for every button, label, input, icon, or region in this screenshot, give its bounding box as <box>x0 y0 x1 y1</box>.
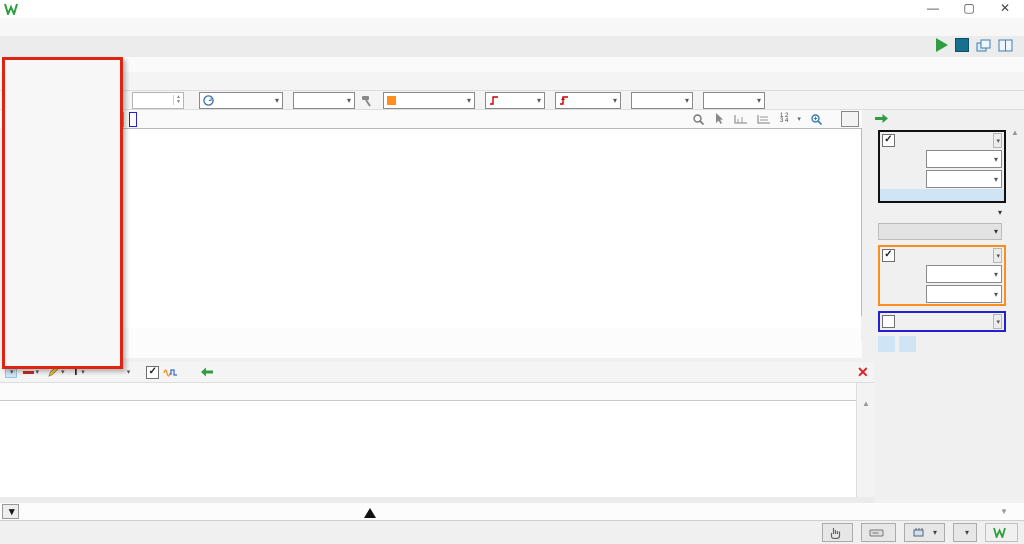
scope-to-digital-icon <box>163 366 178 378</box>
protocol-button[interactable]: ▾ <box>123 367 133 377</box>
source-select[interactable]: ▾ <box>383 92 475 109</box>
zoom-tool-icon[interactable] <box>692 113 705 126</box>
device-icon <box>869 528 884 538</box>
digital-table <box>0 383 856 498</box>
mode-select[interactable]: ▾ <box>199 92 283 109</box>
tile-windows-icon[interactable] <box>998 39 1013 52</box>
channel1-gear-button[interactable]: ▾ <box>993 248 1002 263</box>
scroll-up-icon[interactable]: ▲ <box>862 399 870 408</box>
pointer-tool-icon[interactable] <box>714 113 725 125</box>
scope-trace-canvas <box>122 129 861 315</box>
version-badge <box>985 523 1018 542</box>
digital-waveforms <box>152 401 856 497</box>
status-ok-button[interactable]: ▾ <box>953 523 977 542</box>
channel1-color-swatch <box>387 96 396 105</box>
x-axis-button[interactable]: ▾ <box>2 504 19 519</box>
channel2-checkbox[interactable] <box>882 315 895 328</box>
device-button[interactable] <box>861 523 896 542</box>
time-checkbox[interactable]: ✓ <box>882 134 895 147</box>
channel1-checkbox[interactable]: ✓ <box>882 249 895 262</box>
panel-scrollbar[interactable]: ▲ <box>1008 128 1022 358</box>
time-axis-labels <box>122 342 875 358</box>
quad-view-icon[interactable]: 1 23 4 <box>780 114 788 124</box>
digital-trigger-marker <box>364 508 376 518</box>
condition-select[interactable]: ▾ <box>555 92 621 109</box>
add-channel-button[interactable]: ▾ <box>878 223 1002 240</box>
channel1-box: ✓ ▾ ▾ ▾ <box>878 245 1006 306</box>
x-cursor-tool-icon[interactable] <box>734 113 748 125</box>
plot-tool-icons: 1 23 4 ▾ <box>692 110 882 128</box>
time-ruler <box>122 328 861 342</box>
digital-panel: ▾ ▾ ▾ T▾ ▾ ✓ ✕ ▲ ▾ ▼ <box>0 362 1024 520</box>
repeated-mode-icon <box>203 95 214 106</box>
run-button[interactable] <box>936 38 948 52</box>
offset-select[interactable]: ▾ <box>926 265 1002 283</box>
collapse-left-icon[interactable] <box>200 366 214 378</box>
base-select[interactable]: ▾ <box>926 170 1002 188</box>
time-gear-button[interactable]: ▾ <box>993 133 1002 148</box>
range-select[interactable]: ▾ <box>926 285 1002 303</box>
rising-edge-icon <box>559 95 569 106</box>
scope-to-digital-checkbox[interactable]: ✓ <box>146 366 159 379</box>
minimize-icon[interactable]: — <box>926 0 940 17</box>
filters-button[interactable] <box>878 336 895 352</box>
scope-capture-toolbar: ▲▼ ▾ ▾ ▾ ▾ ▾ ▾ ▾ <box>0 91 1024 110</box>
level-select[interactable]: ▾ <box>631 92 693 109</box>
collapse-corner-icon[interactable]: ▼ <box>1000 507 1008 516</box>
view-dropdown-icon[interactable]: ▾ <box>797 115 801 123</box>
y-axis-button[interactable] <box>841 111 859 127</box>
close-digital-icon[interactable]: ✕ <box>857 364 869 381</box>
menu-bar <box>0 18 1024 37</box>
digital-toolbar: ▾ ▾ ▾ T▾ ▾ ✓ <box>0 362 874 383</box>
manual-trigger-button[interactable] <box>822 523 853 542</box>
time-expand-strip[interactable] <box>880 189 1004 201</box>
wavegens-button[interactable] <box>899 336 916 352</box>
edge-icon <box>489 95 499 106</box>
clock-button[interactable]: ▾ <box>904 523 945 542</box>
position-select[interactable]: ▾ <box>926 150 1002 168</box>
protocol-context-menu <box>2 57 123 369</box>
channel2-chip[interactable] <box>129 112 137 127</box>
type-select[interactable]: ▾ <box>485 92 545 109</box>
scope-menu-row <box>0 57 1024 72</box>
time-box: ✓ ▾ ▾ ▾ <box>878 130 1006 203</box>
run-controls <box>936 38 1020 52</box>
channel2-gear-button[interactable]: ▾ <box>993 314 1002 329</box>
waveforms-logo-small-icon <box>993 527 1006 538</box>
y-cursor-tool-icon[interactable] <box>757 113 771 125</box>
options-row[interactable]: ▾ <box>878 204 1002 220</box>
trigger-select[interactable]: ▾ <box>293 92 355 109</box>
scope-views-toolbar <box>0 72 1024 91</box>
digital-header-row <box>0 383 856 401</box>
digital-time-axis: ▾ ▼ <box>0 503 1024 520</box>
hand-icon <box>830 527 841 539</box>
buffer-spinner[interactable]: ▲▼ <box>132 92 184 109</box>
tab-bar <box>0 36 1024 58</box>
maximize-icon[interactable]: ▢ <box>962 0 976 17</box>
stop-button[interactable] <box>955 38 969 52</box>
expand-panel-icon[interactable] <box>874 112 889 125</box>
hyst-select[interactable]: ▾ <box>703 92 765 109</box>
channel2-box: ▾ <box>878 311 1006 332</box>
waveforms-logo-icon <box>4 3 18 15</box>
scope-plot[interactable] <box>122 128 862 316</box>
chip-icon <box>912 527 925 538</box>
title-bar: — ▢ ✕ <box>0 0 1024 18</box>
status-bar: ▾ ▾ <box>0 520 1024 544</box>
digital-scrollbar[interactable]: ▲ <box>856 383 875 497</box>
scope-right-panel: ✓ ▾ ▾ ▾ ▾ ▾ ✓ ▾ ▾ ▾ ▾ <box>862 110 1024 358</box>
cascade-windows-icon[interactable] <box>976 39 991 52</box>
close-icon[interactable]: ✕ <box>998 0 1012 17</box>
trigger-hammer-icon[interactable] <box>360 94 373 107</box>
zoom-in-tool-icon[interactable] <box>810 113 823 126</box>
measurement-readout <box>122 315 861 328</box>
